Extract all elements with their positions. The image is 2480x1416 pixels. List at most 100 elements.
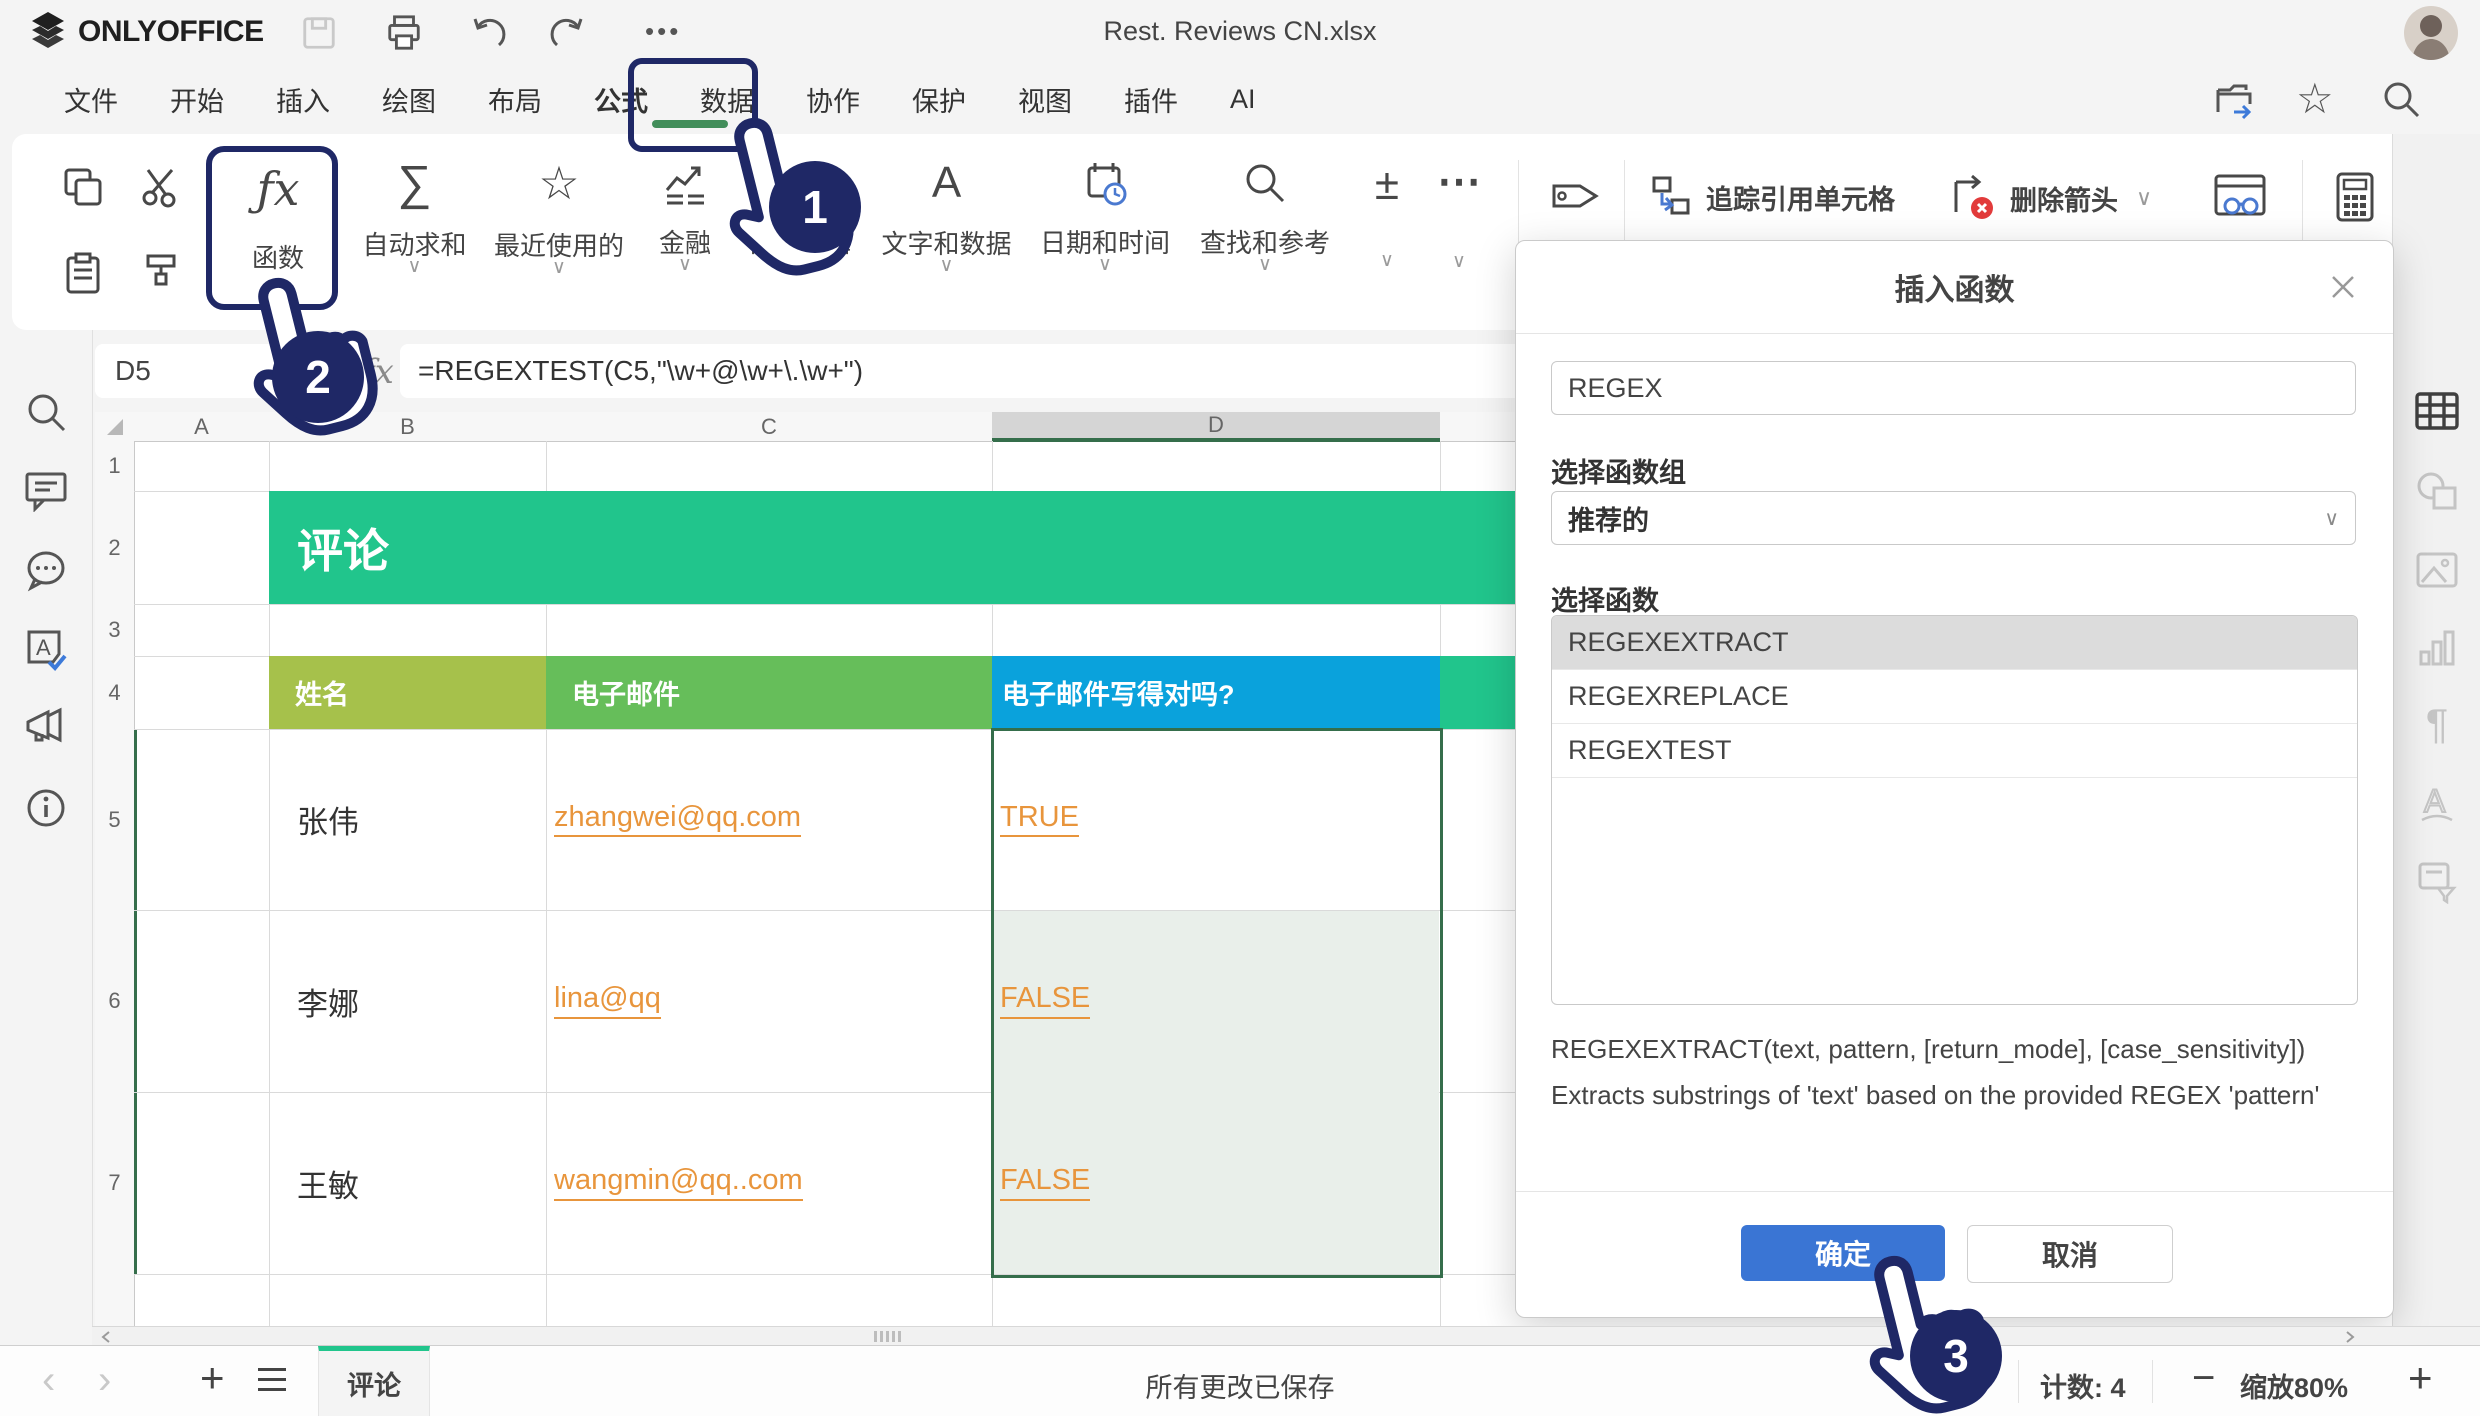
- copy-icon[interactable]: [60, 164, 106, 210]
- close-icon[interactable]: [2327, 271, 2359, 303]
- dialog-divider: [1516, 333, 2393, 334]
- row-header-2[interactable]: 2: [95, 491, 135, 605]
- trace-precedents-button[interactable]: 追踪引用单元格: [1648, 174, 1895, 220]
- watch-window-icon[interactable]: [2212, 170, 2268, 224]
- step3-badge: 3: [1910, 1310, 2002, 1402]
- chevron-down-icon: ∨: [1424, 257, 1494, 267]
- text-data-button[interactable]: A 文字和数据 ∨: [874, 134, 1019, 330]
- row-header-1[interactable]: 1: [95, 441, 135, 492]
- shape-settings-icon[interactable]: [2414, 470, 2460, 512]
- paste-icon[interactable]: [60, 250, 106, 296]
- tab-ai[interactable]: AI: [1218, 64, 1268, 134]
- scroll-left-arrow[interactable]: [100, 1331, 112, 1343]
- calculator-icon[interactable]: [2330, 170, 2380, 224]
- row-header-7-selected[interactable]: 7: [95, 1092, 137, 1275]
- function-group-value: 推荐的: [1568, 499, 1649, 538]
- zoom-level[interactable]: 缩放80%: [2240, 1366, 2348, 1405]
- row-header-3[interactable]: 3: [95, 604, 135, 657]
- textart-settings-icon[interactable]: A: [2414, 784, 2460, 826]
- select-all-corner[interactable]: [95, 412, 135, 442]
- cell-text: 王敏: [297, 1161, 359, 1206]
- chevron-down-icon: ∨: [640, 260, 730, 270]
- recent-star-icon: ☆: [484, 156, 634, 210]
- function-list-item[interactable]: REGEXREPLACE: [1552, 670, 2357, 724]
- cell-B5[interactable]: 张伟: [269, 729, 546, 910]
- chart-settings-icon[interactable]: [2415, 628, 2459, 670]
- status-bar: ‹ › + 评论 所有更改已保存 计数: 4 − 缩放80% +: [0, 1345, 2480, 1416]
- feedback-icon[interactable]: [22, 706, 70, 750]
- tab-file[interactable]: 文件: [52, 64, 130, 134]
- trace-precedents-label: 追踪引用单元格: [1706, 178, 1895, 217]
- spellcheck-icon[interactable]: A: [23, 626, 69, 672]
- document-title: Rest. Reviews CN.xlsx: [0, 16, 2480, 47]
- ellipsis-icon: ⋯: [1424, 156, 1494, 207]
- trace-precedents-icon: [1648, 174, 1694, 220]
- right-sidebar: ¶ A: [2392, 134, 2480, 1345]
- tab-layout[interactable]: 布局: [476, 64, 554, 134]
- cancel-button[interactable]: 取消: [1967, 1225, 2173, 1283]
- comments-icon[interactable]: [23, 468, 69, 512]
- row-header-6-selected[interactable]: 6: [95, 910, 137, 1093]
- cell-C7[interactable]: wangmin@qq..com: [546, 1092, 992, 1274]
- search-icon-top[interactable]: [2380, 78, 2422, 120]
- tab-draw[interactable]: 绘图: [370, 64, 448, 134]
- horizontal-scrollbar[interactable]: [92, 1326, 2480, 1346]
- count-indicator: 计数: 4: [2040, 1366, 2126, 1405]
- function-description: Extracts substrings of 'text' based on t…: [1551, 1073, 2321, 1117]
- format-painter-icon[interactable]: [138, 250, 184, 296]
- row-header-5-selected[interactable]: 5: [95, 729, 137, 911]
- table-settings-icon[interactable]: [2414, 390, 2460, 432]
- cell-B6[interactable]: 李娜: [269, 910, 546, 1092]
- tab-protection[interactable]: 保护: [900, 64, 978, 134]
- function-search-input[interactable]: [1551, 361, 2356, 415]
- lookup-reference-button[interactable]: 查找和参考 ∨: [1190, 134, 1340, 330]
- tab-view[interactable]: 视图: [1006, 64, 1084, 134]
- email-link[interactable]: lina@qq: [554, 983, 661, 1019]
- column-header-D-selected[interactable]: D: [992, 412, 1441, 442]
- user-avatar[interactable]: [2404, 6, 2458, 60]
- table-header-valid[interactable]: 电子邮件写得对吗?: [992, 656, 1440, 729]
- email-link[interactable]: wangmin@qq..com: [554, 1165, 803, 1201]
- recently-used-button[interactable]: ☆ 最近使用的 ∨: [484, 134, 634, 330]
- zoom-in-button[interactable]: +: [2408, 1354, 2433, 1402]
- date-time-button[interactable]: 日期和时间 ∨: [1030, 134, 1180, 330]
- cell-B7[interactable]: 王敏: [269, 1092, 546, 1274]
- chat-icon[interactable]: [23, 548, 69, 592]
- remove-arrows-button[interactable]: 删除箭头 ∨: [1948, 174, 2152, 222]
- scroll-right-arrow[interactable]: [2344, 1331, 2356, 1343]
- slicer-settings-icon[interactable]: [2414, 860, 2460, 904]
- function-group-select[interactable]: 推荐的 ∨: [1551, 491, 2356, 545]
- table-header-email[interactable]: 电子邮件: [546, 656, 992, 729]
- image-settings-icon[interactable]: [2414, 550, 2460, 590]
- favorite-star-icon[interactable]: ☆: [2296, 74, 2334, 123]
- cut-icon[interactable]: [138, 164, 184, 210]
- chevron-down-icon: ∨: [1352, 256, 1422, 266]
- chevron-down-icon: ∨: [1030, 260, 1180, 270]
- search-icon[interactable]: [24, 390, 68, 434]
- function-list-item-selected[interactable]: REGEXEXTRACT: [1552, 616, 2357, 670]
- zoom-out-button[interactable]: −: [2192, 1356, 2215, 1401]
- paragraph-settings-icon[interactable]: ¶: [2426, 700, 2449, 748]
- function-list-item[interactable]: REGEXTEST: [1552, 724, 2357, 778]
- open-file-location-icon[interactable]: [2212, 78, 2256, 122]
- tab-home[interactable]: 开始: [158, 64, 236, 134]
- about-info-icon[interactable]: [24, 786, 68, 830]
- plus-minus-icon: ±: [1352, 160, 1422, 210]
- toolbar-overflow-button[interactable]: ⋯ ∨: [1424, 134, 1494, 330]
- svg-text:A: A: [2424, 784, 2446, 819]
- email-link[interactable]: zhangwei@qq.com: [554, 802, 801, 838]
- lookup-icon: [1242, 160, 1288, 206]
- tab-insert[interactable]: 插入: [264, 64, 342, 134]
- left-sidebar: A: [0, 330, 93, 1345]
- scrollbar-thumb[interactable]: [874, 1331, 901, 1342]
- row-header-4[interactable]: 4: [95, 656, 135, 730]
- column-header-C[interactable]: C: [546, 412, 993, 442]
- named-ranges-icon[interactable]: [1550, 172, 1602, 220]
- cell-C6[interactable]: lina@qq: [546, 910, 992, 1092]
- header-valid-text: 电子邮件写得对吗?: [1002, 673, 1235, 712]
- row-header-8-partial[interactable]: [95, 1274, 135, 1327]
- cell-C5[interactable]: zhangwei@qq.com: [546, 729, 992, 910]
- more-functions-button[interactable]: ± ∨: [1352, 134, 1422, 330]
- tab-plugins[interactable]: 插件: [1112, 64, 1190, 134]
- table-header-name[interactable]: 姓名: [269, 656, 546, 729]
